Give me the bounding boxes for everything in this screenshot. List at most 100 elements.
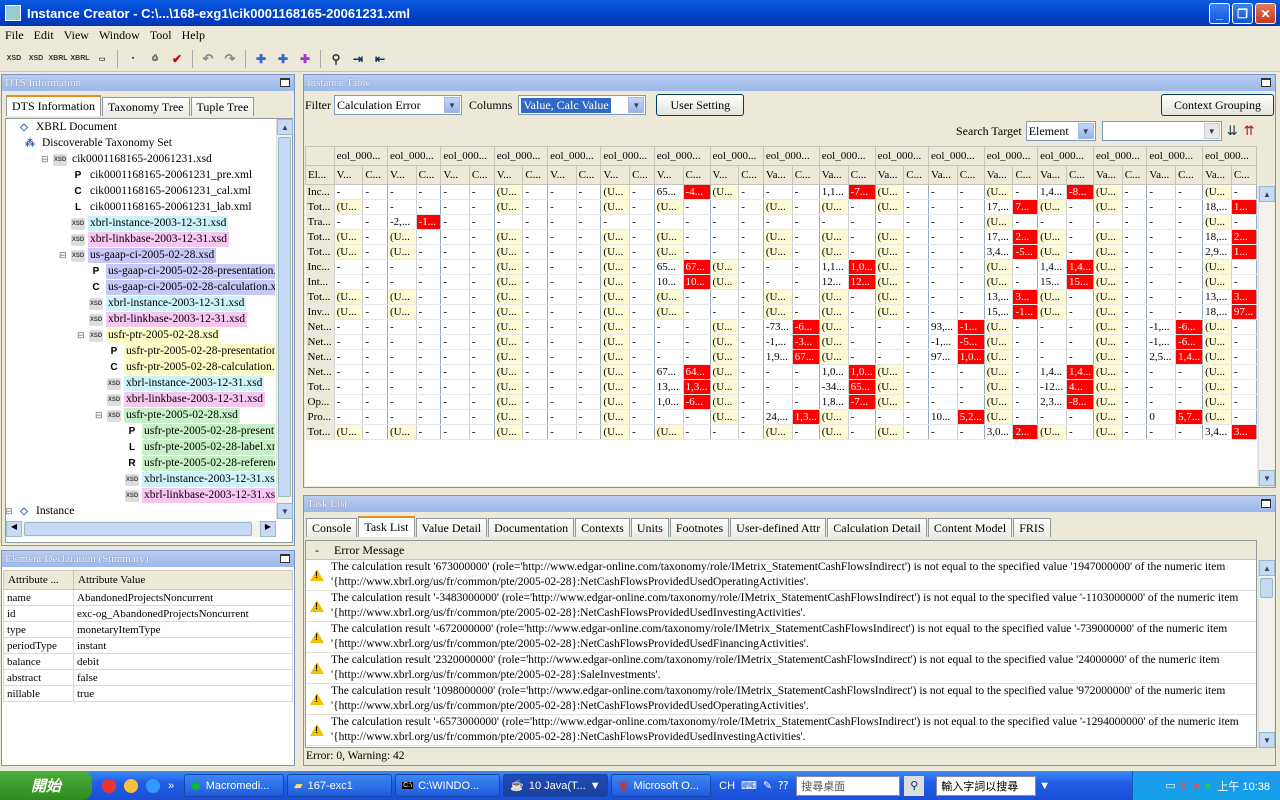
- context-header[interactable]: eol_000...: [600, 146, 655, 166]
- calc-subheader[interactable]: C...: [629, 165, 655, 185]
- calc-value-cell[interactable]: -7...: [848, 184, 876, 200]
- value-cell[interactable]: (U...: [1202, 274, 1232, 290]
- open-xbrl-icon[interactable]: XBRL: [70, 49, 90, 69]
- tree-node[interactable]: XSD xbrl-instance-2003-12-31.xsd: [95, 376, 265, 391]
- value-cell[interactable]: (U...: [710, 334, 740, 350]
- close-button[interactable]: ✕: [1255, 3, 1276, 24]
- value-cell[interactable]: -: [1146, 229, 1177, 245]
- calc-value-cell[interactable]: -: [1012, 274, 1039, 290]
- calc-value-cell[interactable]: -: [416, 259, 442, 275]
- value-cell[interactable]: (U...: [1093, 364, 1123, 380]
- icon-column-header[interactable]: -: [306, 543, 328, 558]
- value-cell[interactable]: -: [547, 244, 577, 260]
- calc-value-cell[interactable]: -: [362, 214, 388, 230]
- calc-value-cell[interactable]: -: [576, 214, 602, 230]
- calc-value-cell[interactable]: -: [522, 199, 549, 215]
- value-cell[interactable]: 2,9...: [1202, 244, 1232, 260]
- value-cell[interactable]: (U...: [494, 259, 524, 275]
- value-cell[interactable]: -: [334, 319, 364, 335]
- calc-value-cell[interactable]: -: [848, 244, 876, 260]
- pen-icon[interactable]: ✎: [763, 779, 772, 792]
- value-cell[interactable]: (U...: [1202, 184, 1232, 200]
- value-subheader[interactable]: V...: [709, 165, 740, 185]
- value-cell[interactable]: (U...: [710, 259, 740, 275]
- value-cell[interactable]: (U...: [875, 244, 905, 260]
- calc-subheader[interactable]: C...: [956, 165, 985, 185]
- calc-value-cell[interactable]: 2...: [1012, 229, 1039, 245]
- value-cell[interactable]: -: [547, 349, 577, 365]
- calc-value-cell[interactable]: -1...: [1012, 304, 1039, 320]
- calc-value-cell[interactable]: -: [792, 274, 820, 290]
- calc-value-cell[interactable]: -: [1175, 394, 1204, 410]
- value-cell[interactable]: 15...: [1037, 274, 1068, 290]
- value-cell[interactable]: -: [710, 199, 740, 215]
- calc-value-cell[interactable]: -1...: [416, 214, 442, 230]
- calc-value-cell[interactable]: -: [522, 244, 549, 260]
- calc-value-cell[interactable]: -: [848, 409, 876, 425]
- value-cell[interactable]: -: [928, 304, 958, 320]
- context-grouping-button[interactable]: Context Grouping: [1161, 94, 1274, 116]
- tray-icon[interactable]: ●: [1205, 780, 1212, 792]
- calc-value-cell[interactable]: -: [903, 259, 929, 275]
- calc-value-cell[interactable]: 1,4...: [1175, 349, 1204, 365]
- calc-value-cell[interactable]: -: [683, 349, 711, 365]
- calc-value-cell[interactable]: -: [576, 424, 602, 440]
- calc-value-cell[interactable]: -: [1122, 229, 1148, 245]
- calc-value-cell[interactable]: -: [362, 229, 388, 245]
- calc-value-cell[interactable]: 2...: [1231, 229, 1257, 245]
- value-cell[interactable]: (U...: [1093, 424, 1123, 440]
- decl-row[interactable]: abstract false: [3, 669, 293, 686]
- calc-value-cell[interactable]: 1,4...: [1066, 259, 1095, 275]
- value-cell[interactable]: -: [1146, 379, 1177, 395]
- calc-value-cell[interactable]: -: [1175, 229, 1204, 245]
- value-cell[interactable]: -: [875, 214, 905, 230]
- calc-value-cell[interactable]: 1,0...: [957, 349, 985, 365]
- element-name-cell[interactable]: Tot...: [305, 289, 335, 305]
- calc-subheader[interactable]: C...: [415, 165, 442, 185]
- calc-value-cell[interactable]: 5,2...: [957, 409, 985, 425]
- calc-subheader[interactable]: C...: [903, 165, 929, 185]
- value-cell[interactable]: -: [334, 409, 364, 425]
- table-row[interactable]: Pro... - - - - - - (U... - - - (U... - - - (U... -24,...…: [305, 409, 1257, 425]
- search-down-icon[interactable]: ⇊: [1227, 123, 1238, 139]
- value-cell[interactable]: (U...: [334, 199, 364, 215]
- value-cell[interactable]: (U...: [819, 319, 849, 335]
- value-cell[interactable]: (U...: [1093, 304, 1123, 320]
- calc-value-cell[interactable]: -: [522, 229, 549, 245]
- calc-value-cell[interactable]: -: [416, 394, 442, 410]
- value-cell[interactable]: (U...: [494, 349, 524, 365]
- tree-node[interactable]: Cusfr-ptr-2005-02-28-calculation.x: [95, 360, 275, 375]
- decl-row[interactable]: name AbandonedProjectsNoncurrent: [3, 589, 293, 606]
- calc-subheader[interactable]: C...: [362, 165, 388, 185]
- calc-value-cell[interactable]: -: [576, 409, 602, 425]
- value-cell[interactable]: (U...: [984, 184, 1014, 200]
- value-cell[interactable]: (U...: [819, 244, 849, 260]
- element-name-cell[interactable]: Tra...: [305, 214, 335, 230]
- value-cell[interactable]: -: [547, 289, 577, 305]
- calc-value-cell[interactable]: -: [629, 424, 655, 440]
- value-subheader[interactable]: V...: [440, 165, 470, 185]
- value-cell[interactable]: -: [440, 244, 470, 260]
- calc-value-cell[interactable]: -: [903, 289, 929, 305]
- value-cell[interactable]: -: [334, 259, 364, 275]
- expand-icon[interactable]: ⊟: [95, 408, 105, 423]
- value-column-header[interactable]: Attribute Value: [73, 570, 293, 590]
- calc-value-cell[interactable]: -: [792, 184, 820, 200]
- value-cell[interactable]: -: [334, 334, 364, 350]
- calc-value-cell[interactable]: -: [362, 349, 388, 365]
- language-indicator[interactable]: CH: [719, 780, 735, 792]
- calc-value-cell[interactable]: -: [903, 409, 929, 425]
- chevron-down-icon[interactable]: ▼: [628, 97, 645, 113]
- calc-value-cell[interactable]: -: [792, 424, 820, 440]
- value-cell[interactable]: (U...: [1093, 244, 1123, 260]
- desktop-search-input[interactable]: 搜尋桌面: [796, 775, 901, 796]
- value-cell[interactable]: (U...: [600, 364, 631, 380]
- value-cell[interactable]: (U...: [600, 199, 631, 215]
- calc-value-cell[interactable]: 67...: [683, 259, 711, 275]
- open-xsd-icon[interactable]: XSD: [26, 49, 46, 69]
- calc-value-cell[interactable]: -: [903, 334, 929, 350]
- validate-icon[interactable]: ✔: [167, 49, 187, 69]
- value-cell[interactable]: -: [763, 394, 793, 410]
- tab-value-detail[interactable]: Value Detail: [415, 518, 488, 537]
- tab-documentation[interactable]: Documentation: [488, 518, 575, 537]
